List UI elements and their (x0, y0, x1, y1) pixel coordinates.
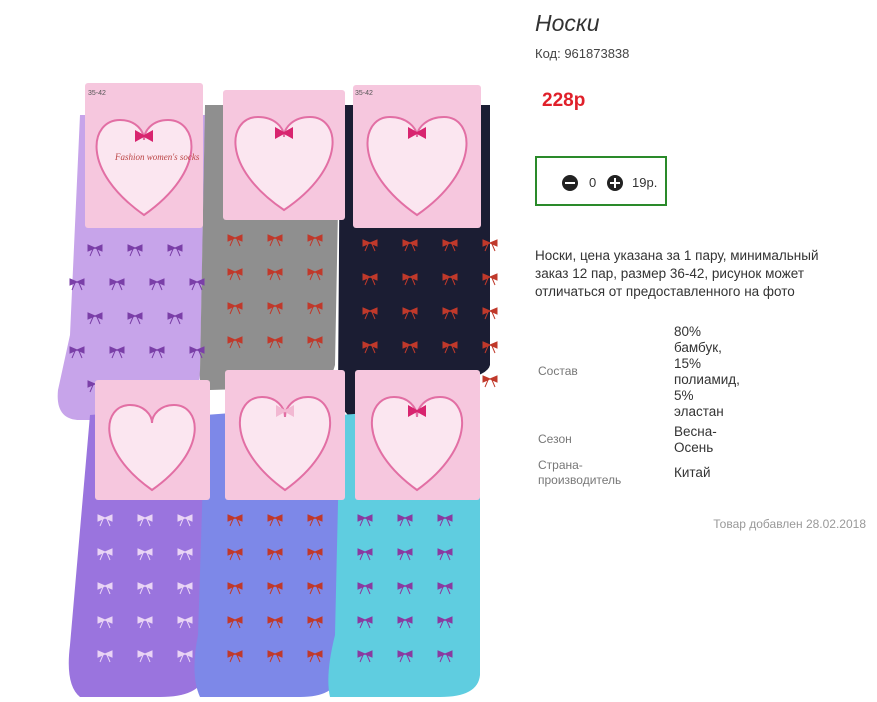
product-title: Носки (535, 10, 600, 36)
minus-icon[interactable] (562, 175, 578, 191)
added-date: Товар добавлен 28.02.2018 (713, 517, 866, 531)
quantity-value[interactable]: 0 (589, 175, 596, 190)
label-fashion-text-1: Fashion women's socks (114, 152, 200, 162)
bow-motif (482, 375, 498, 388)
product-description: Носки, цена указана за 1 пару, минимальн… (535, 248, 819, 299)
property-value: 80% бамбук, 15% полиамид, 5% эластан (674, 324, 740, 419)
property-label: Сезон (538, 432, 572, 446)
property-value: Китай (674, 465, 711, 480)
label-size-3: 35-42 (355, 90, 373, 97)
product-photo[interactable]: Fashion women's socks 35-42 35-42 (40, 75, 510, 697)
product-price: 228р (542, 90, 586, 111)
sock-label-6 (355, 370, 480, 500)
property-value: Весна-Осень (674, 424, 717, 455)
plus-icon[interactable] (607, 175, 623, 191)
sock-label-2 (223, 90, 345, 220)
property-label: Страна-производитель (538, 458, 622, 487)
sock-label-3: 35-42 (353, 85, 481, 228)
label-size-1: 35-42 (88, 90, 106, 97)
socks-image: Fashion women's socks 35-42 35-42 (57, 83, 498, 697)
property-label: Состав (538, 364, 578, 378)
product-code: Код: 961873838 (535, 46, 630, 61)
unit-price: 19р. (632, 175, 658, 190)
quantity-stepper: 0 19р. (535, 156, 667, 206)
sock-label-4 (95, 380, 210, 500)
sock-label-5 (225, 370, 345, 500)
sock-label-1: Fashion women's socks 35-42 (85, 83, 203, 228)
